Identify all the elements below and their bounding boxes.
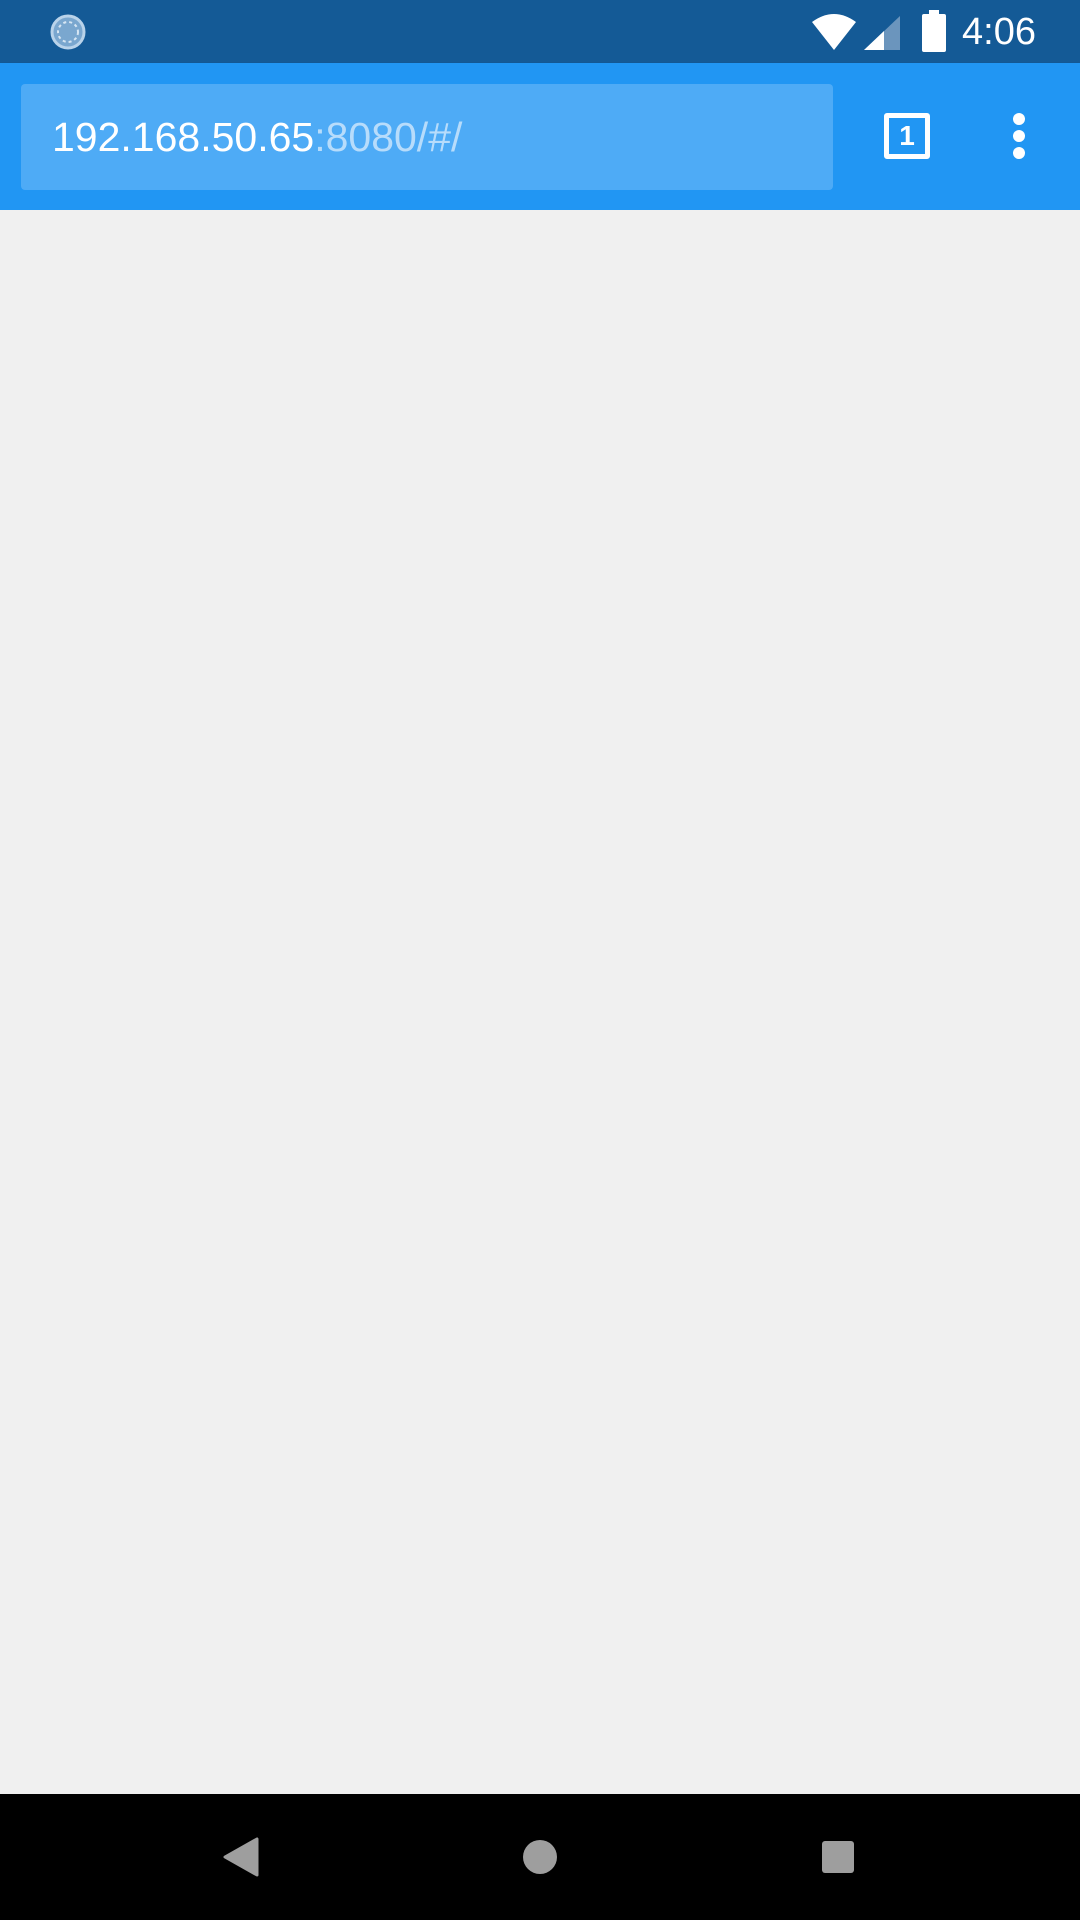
sync-icon <box>50 14 86 50</box>
more-vert-icon <box>1013 113 1025 125</box>
wifi-icon <box>812 14 856 50</box>
navigation-bar <box>0 1794 1080 1920</box>
battery-icon <box>922 10 946 52</box>
tab-switcher-button[interactable]: 1 <box>876 105 938 167</box>
url-host: 192.168.50.65 <box>52 114 315 160</box>
cell-signal-icon <box>864 16 900 50</box>
back-icon[interactable] <box>211 1827 271 1887</box>
browser-toolbar: 192.168.50.65:8080/#/ 1 <box>0 63 1080 210</box>
url-bar[interactable]: 192.168.50.65:8080/#/ <box>21 84 833 190</box>
home-icon[interactable] <box>510 1827 570 1887</box>
more-vert-icon <box>1013 130 1025 142</box>
status-clock: 4:06 <box>962 11 1036 53</box>
recents-icon[interactable] <box>808 1827 868 1887</box>
url-port-path: :8080/#/ <box>314 114 463 160</box>
status-bar: 4:06 <box>0 0 1080 63</box>
phone-screen: 4:06 192.168.50.65:8080/#/ 1 <box>0 0 1080 1920</box>
overflow-menu-button[interactable] <box>994 105 1044 167</box>
page-content[interactable] <box>0 210 1080 1794</box>
more-vert-icon <box>1013 147 1025 159</box>
tab-count-icon: 1 <box>884 113 930 159</box>
